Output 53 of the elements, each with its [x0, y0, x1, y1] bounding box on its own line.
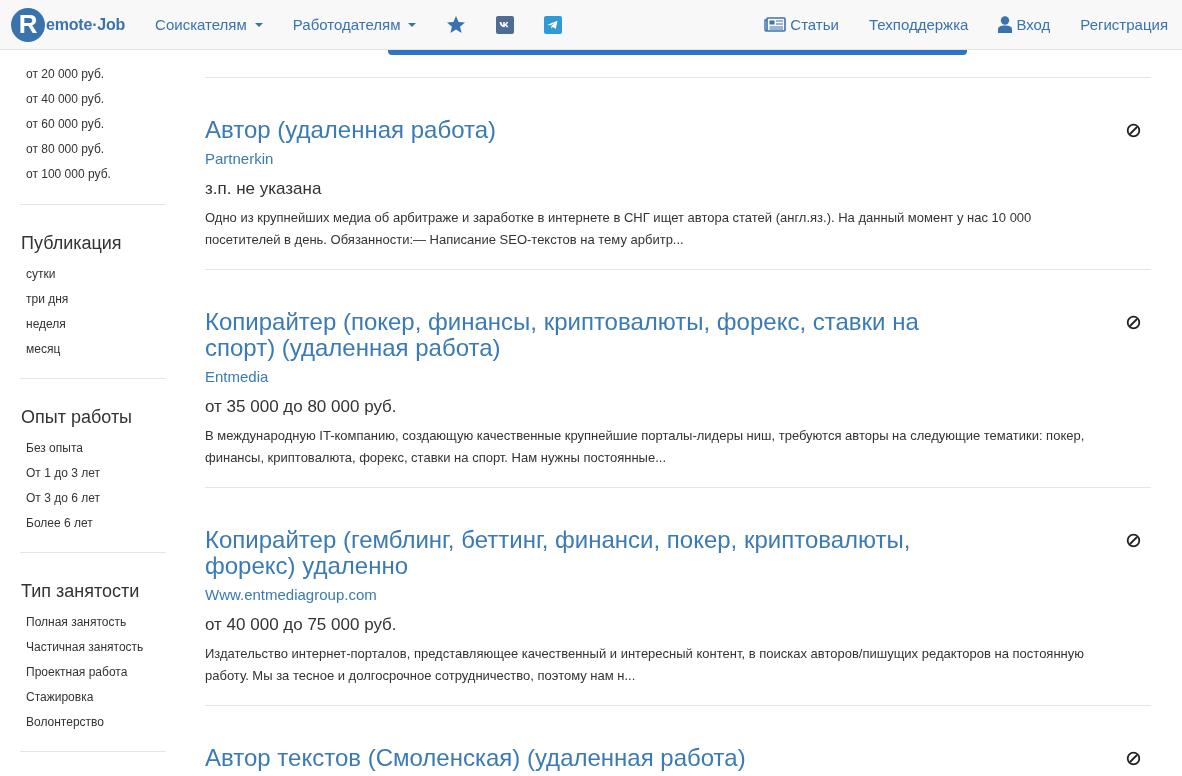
job-title-link[interactable]: Копирайтер (гемблинг, беттинг, финанси, покер, криптовалюты, форекс) удаленно: [205, 527, 935, 579]
filter-link[interactable]: Более 6 лет: [20, 511, 166, 536]
job-title-link[interactable]: Автор (удаленная работа): [205, 117, 497, 143]
salary-text: з.п. не указана: [205, 178, 323, 200]
filter-link[interactable]: месяц: [20, 337, 166, 362]
logo-text[interactable]: emote·Job: [46, 15, 126, 34]
filter-heading: Публикация: [21, 233, 123, 254]
job-title-link[interactable]: Копирайтер (покер, финансы, криптовалюты, форекс, ставки на спорт) (удаленная работа): [205, 309, 935, 361]
filter-link[interactable]: от 20 000 руб.: [20, 62, 166, 87]
hide-icon[interactable]: [1126, 751, 1141, 766]
filter-link[interactable]: От 1 до 3 лет: [20, 461, 166, 486]
salary-text: от 35 000 до 80 000 руб.: [205, 396, 398, 418]
filter-link[interactable]: от 80 000 руб.: [20, 137, 166, 162]
company-link[interactable]: Www.entmediagroup.com: [205, 586, 1151, 604]
job-description: В международную IT-компанию, создающую качественные крупнейшие порталы-лидеры ниш, требуются авторы на следующие тематики: покер, финансы, криптовалюта, форекс, ставки на спорт. Нам нужны постоянные...: [205, 427, 1086, 467]
caret-icon: [408, 22, 417, 27]
nav-link[interactable]: Техподдержка: [868, 16, 969, 33]
filter-link[interactable]: Стажировка: [20, 685, 166, 710]
company-link[interactable]: Entmedia: [205, 368, 1151, 386]
hide-icon[interactable]: [1126, 123, 1141, 138]
newspaper-icon: [764, 17, 787, 32]
filter-link[interactable]: сутки: [20, 262, 166, 287]
nav-link[interactable]: Регистрация: [1080, 16, 1168, 33]
caret-icon: [254, 22, 263, 27]
filter-link[interactable]: Полная занятость: [20, 610, 166, 635]
hide-icon[interactable]: [1126, 315, 1141, 330]
job-description: Издательство интернет-порталов, представляющее качественный и интересный контент, в поисках авторов/пишущих редакторов на постоянную работу. Мы за тесное и долгосрочное сотрудничество, поэтому нам н...: [205, 645, 1086, 685]
job-description: Одно из крупнейших медиа об арбитраже и заработке в интернете в СНГ ищет автора статей (англ.яз.). На данный момент у нас 10 000 посетителей в день. Обязанности:— Написание SEO-текстов на тему арбитр...: [205, 209, 1033, 249]
filter-link[interactable]: Проектная работа: [20, 660, 166, 685]
nav-dropdown[interactable]: Соискателям: [155, 16, 263, 33]
vk-icon[interactable]: [496, 15, 515, 34]
filter-link[interactable]: три дня: [20, 287, 166, 312]
nav-link[interactable]: Статьи: [764, 16, 839, 33]
filter-link[interactable]: Без опыта: [20, 436, 166, 461]
filter-link[interactable]: неделя: [20, 312, 166, 337]
telegram-icon[interactable]: [544, 15, 563, 34]
star-icon[interactable]: [446, 14, 467, 35]
filter-link[interactable]: от 40 000 руб.: [20, 87, 166, 112]
logo-badge[interactable]: R: [11, 7, 45, 42]
nav-dropdown[interactable]: Работодателям: [292, 16, 417, 33]
filter-heading: Тип занятости: [21, 581, 141, 602]
filter-heading: Опыт работы: [21, 407, 134, 428]
filter-link[interactable]: От 3 до 6 лет: [20, 486, 166, 511]
nav-link[interactable]: Вход: [998, 16, 1051, 33]
user-icon: [998, 16, 1013, 33]
filter-link[interactable]: Волонтерство: [20, 710, 166, 735]
salary-text: от 40 000 до 75 000 руб.: [205, 614, 398, 636]
filter-link[interactable]: Частичная занятость: [20, 635, 166, 660]
company-link[interactable]: Partnerkin: [205, 150, 1151, 168]
filter-link[interactable]: от 100 000 руб.: [20, 162, 166, 187]
hide-icon[interactable]: [1126, 533, 1141, 548]
filter-link[interactable]: от 60 000 руб.: [20, 112, 166, 137]
job-title-link[interactable]: Автор текстов (Смоленская) (удаленная работа): [205, 745, 746, 771]
